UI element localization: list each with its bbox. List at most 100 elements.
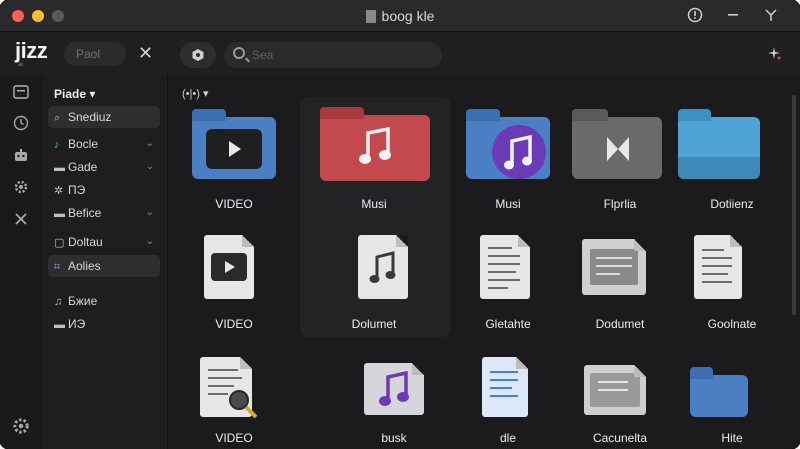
sidebar: Piade ▾ ⌕ Snediuz ♪ Bocle ⌄ ▬ Gade ⌄ ✲ ПЭ ▬ Bef… [42, 75, 168, 449]
sidebar-item-bocle[interactable]: ♪ Bocle ⌄ [48, 133, 160, 155]
toolbar: jizz ai Paol ✕ Sea [0, 33, 800, 75]
grid-item-app-folder[interactable]: Flprlia [560, 105, 680, 215]
tag-icon: ⌗ [54, 261, 61, 273]
grid-item-plain-folder[interactable]: Dotiienz [672, 105, 792, 215]
grid-item-label: Goolnate [707, 317, 757, 331]
search-icon: ⌕ [54, 112, 61, 124]
window-title: boog kle [0, 8, 800, 24]
window-title-text: boog kle [381, 8, 435, 24]
sidebar-item-label: Aolies [68, 259, 101, 273]
folder-icon [320, 107, 430, 181]
grid-item-blue-folder[interactable]: Hite [672, 339, 792, 449]
sidebar-item-label: Бжиe [68, 294, 98, 308]
search-input[interactable]: Sea [224, 42, 442, 68]
grid-item-lines-doc[interactable]: Goolnate [672, 225, 792, 335]
grid-item-label: Hite [721, 431, 743, 445]
gear-icon[interactable] [12, 179, 30, 197]
grid-item-label: VIDEO [215, 317, 253, 331]
grid-item-label: VIDEO [215, 431, 253, 445]
sidebar-item-label: ИЭ [68, 317, 86, 331]
grid-item-music-folder[interactable]: Musi [314, 105, 434, 215]
sidebar-item-befice[interactable]: ▬ Befice ⌄ [48, 202, 160, 224]
sidebar-item-gade[interactable]: ▬ Gade ⌄ [48, 156, 160, 178]
magnifier-icon [229, 390, 258, 419]
sidebar-item-music[interactable]: ♫ Бжиe [48, 290, 160, 312]
hexagon-icon [192, 49, 204, 61]
tools-icon[interactable] [12, 211, 30, 229]
sidebar-item-label: Doltau [68, 235, 103, 249]
inbox-icon[interactable] [12, 85, 30, 103]
music-app-icon [492, 125, 546, 179]
bowtie-icon [607, 137, 629, 161]
video-document-icon [204, 235, 254, 299]
grid-item-music-box[interactable]: busk [314, 339, 434, 449]
vertical-scrollbar[interactable] [792, 95, 796, 315]
sidebar-item-doltau[interactable]: ▢ Doltau ⌄ [48, 231, 160, 253]
grid-item-blue-doc[interactable]: dle [448, 339, 568, 449]
close-icon[interactable]: ✕ [138, 43, 153, 64]
grid-item-video-folder[interactable]: VIDEO [174, 105, 294, 215]
folder-icon [466, 109, 550, 179]
settings-button[interactable] [180, 42, 216, 68]
sidebar-item-label: Bocle [68, 137, 99, 151]
clock-icon[interactable] [12, 115, 30, 133]
sidebar-item-aolies[interactable]: ⌗ Aolies [48, 255, 160, 277]
image-document-icon [582, 239, 646, 295]
square-icon: ▢ [54, 237, 65, 249]
grid-item-image-doc[interactable]: Dodumet [560, 225, 680, 335]
music-box-icon [364, 363, 424, 415]
grid-item-music-doc[interactable]: Dolumet [314, 225, 434, 335]
location-pill[interactable]: Paol [64, 42, 126, 66]
search-document-icon [200, 357, 258, 419]
music-icon: ♫ [54, 296, 63, 308]
grid-item-label: Dolumet [351, 317, 397, 331]
grid-item-music-app-folder[interactable]: Musi [448, 105, 568, 215]
blue-document-icon [482, 357, 528, 417]
folder-icon: ▬ [54, 162, 65, 174]
document-folder-icon [584, 365, 646, 415]
sidebar-item-snediuz[interactable]: ⌕ Snediuz [48, 106, 160, 128]
grid-item-search-doc[interactable]: VIDEO [174, 339, 294, 449]
pin-icon[interactable] [762, 7, 780, 25]
grid-item-video-doc[interactable]: VIDEO [174, 225, 294, 335]
settings-gear-icon[interactable] [12, 417, 30, 435]
text-document-icon [480, 235, 530, 299]
sidebar-item-label: Snediuz [68, 110, 112, 124]
sidebar-item-settings[interactable]: ✲ ПЭ [48, 179, 160, 201]
sidebar-item-folder[interactable]: ▬ ИЭ [48, 313, 160, 335]
minimize-icon[interactable] [724, 7, 742, 25]
icon-rail [0, 75, 42, 449]
app-window: boog kle jizz ai Paol ✕ Sea Piade ▾ ⌕ Sn… [0, 0, 800, 449]
music-note-icon [359, 127, 391, 164]
folder-icon: ▬ [54, 319, 65, 331]
music-document-icon [358, 235, 408, 299]
sidebar-section-header[interactable]: Piade ▾ [54, 87, 95, 101]
search-placeholder: Sea [252, 48, 274, 62]
sparkle-icon[interactable] [766, 46, 782, 65]
grid-item-label: Flprlia [603, 197, 637, 211]
folder-icon [192, 109, 276, 179]
video-icon [206, 129, 262, 169]
grid-item-label: Gletahte [485, 317, 531, 331]
grid-item-doc-folder[interactable]: Cacunelta [560, 339, 680, 449]
alert-icon[interactable] [686, 7, 704, 25]
grid-item-label: Musi [361, 197, 387, 211]
sidebar-item-label: ПЭ [68, 183, 86, 197]
robot-icon[interactable] [12, 147, 30, 165]
grid-item-label: Dotiienz [710, 197, 754, 211]
file-grid-area: (•|•) ▾ VIDEO Musi Musi Flprlia Dotiienz… [168, 75, 800, 449]
chevron-down-icon: ⌄ [145, 207, 154, 218]
grid-item-label: Musi [495, 197, 521, 211]
music-icon: ♪ [54, 139, 60, 151]
view-toggle[interactable]: (•|•) ▾ [182, 87, 208, 100]
grid-item-label: busk [381, 431, 407, 445]
folder-icon [678, 109, 760, 179]
sidebar-item-label: Gade [68, 160, 98, 174]
app-logo-sub: ai [18, 62, 23, 68]
grid-item-label: VIDEO [215, 197, 253, 211]
search-icon [233, 47, 245, 59]
folder-icon [572, 109, 662, 179]
sidebar-item-label: Befice [68, 206, 102, 220]
grid-item-label: Cacunelta [592, 431, 648, 445]
grid-item-text-doc[interactable]: Gletahte [448, 225, 568, 335]
